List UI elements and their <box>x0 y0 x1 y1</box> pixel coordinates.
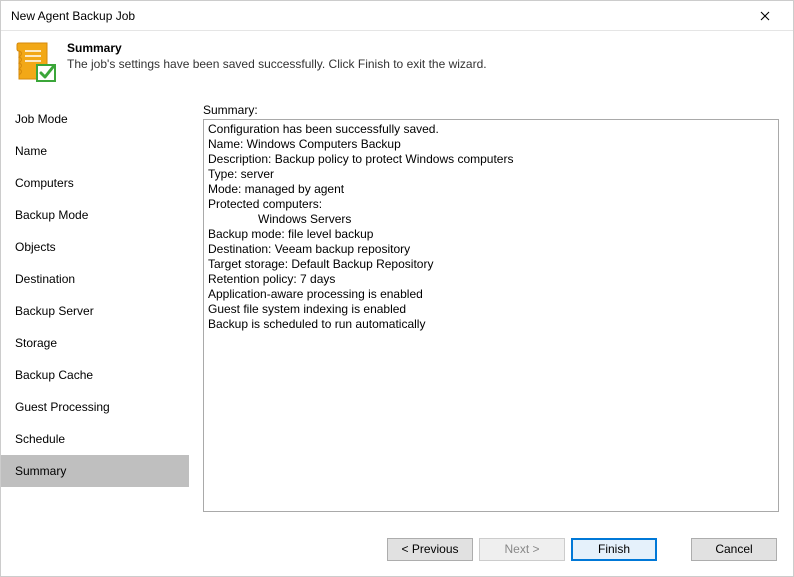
wizard-footer: < Previous Next > Finish Cancel <box>1 522 793 576</box>
sidebar-item-label: Guest Processing <box>15 400 110 414</box>
sidebar-item-guest-processing[interactable]: Guest Processing <box>1 391 189 423</box>
close-button[interactable] <box>745 2 785 30</box>
sidebar-item-label: Storage <box>15 336 57 350</box>
sidebar-item-label: Backup Mode <box>15 208 88 222</box>
sidebar-item-job-mode[interactable]: Job Mode <box>1 103 189 135</box>
sidebar-item-schedule[interactable]: Schedule <box>1 423 189 455</box>
sidebar-item-backup-cache[interactable]: Backup Cache <box>1 359 189 391</box>
sidebar-item-label: Backup Cache <box>15 368 93 382</box>
previous-button[interactable]: < Previous <box>387 538 473 561</box>
wizard-content: Job Mode Name Computers Backup Mode Obje… <box>1 97 793 522</box>
nav-button-group: < Previous Next > Finish <box>387 538 657 561</box>
sidebar-item-label: Computers <box>15 176 74 190</box>
sidebar-item-label: Job Mode <box>15 112 68 126</box>
close-icon <box>760 11 770 21</box>
sidebar-item-computers[interactable]: Computers <box>1 167 189 199</box>
sidebar-item-destination[interactable]: Destination <box>1 263 189 295</box>
sidebar-item-label: Objects <box>15 240 56 254</box>
sidebar-item-summary[interactable]: Summary <box>1 455 189 487</box>
wizard-main: Summary: Configuration has been successf… <box>189 97 793 522</box>
next-button: Next > <box>479 538 565 561</box>
sidebar-item-name[interactable]: Name <box>1 135 189 167</box>
summary-icon <box>13 39 57 83</box>
wizard-sidebar: Job Mode Name Computers Backup Mode Obje… <box>1 97 189 522</box>
sidebar-item-label: Summary <box>15 464 66 478</box>
sidebar-item-label: Schedule <box>15 432 65 446</box>
summary-label: Summary: <box>203 103 779 117</box>
wizard-header: Summary The job's settings have been sav… <box>1 31 793 97</box>
header-subtitle: The job's settings have been saved succe… <box>67 57 487 71</box>
sidebar-item-backup-mode[interactable]: Backup Mode <box>1 199 189 231</box>
header-text-block: Summary The job's settings have been sav… <box>67 39 487 71</box>
sidebar-item-label: Destination <box>15 272 75 286</box>
cancel-button[interactable]: Cancel <box>691 538 777 561</box>
header-title: Summary <box>67 41 487 55</box>
summary-textbox[interactable]: Configuration has been successfully save… <box>203 119 779 512</box>
titlebar: New Agent Backup Job <box>1 1 793 31</box>
sidebar-item-backup-server[interactable]: Backup Server <box>1 295 189 327</box>
sidebar-item-storage[interactable]: Storage <box>1 327 189 359</box>
finish-button[interactable]: Finish <box>571 538 657 561</box>
sidebar-item-label: Backup Server <box>15 304 94 318</box>
window-title: New Agent Backup Job <box>11 9 745 23</box>
sidebar-item-label: Name <box>15 144 47 158</box>
sidebar-item-objects[interactable]: Objects <box>1 231 189 263</box>
